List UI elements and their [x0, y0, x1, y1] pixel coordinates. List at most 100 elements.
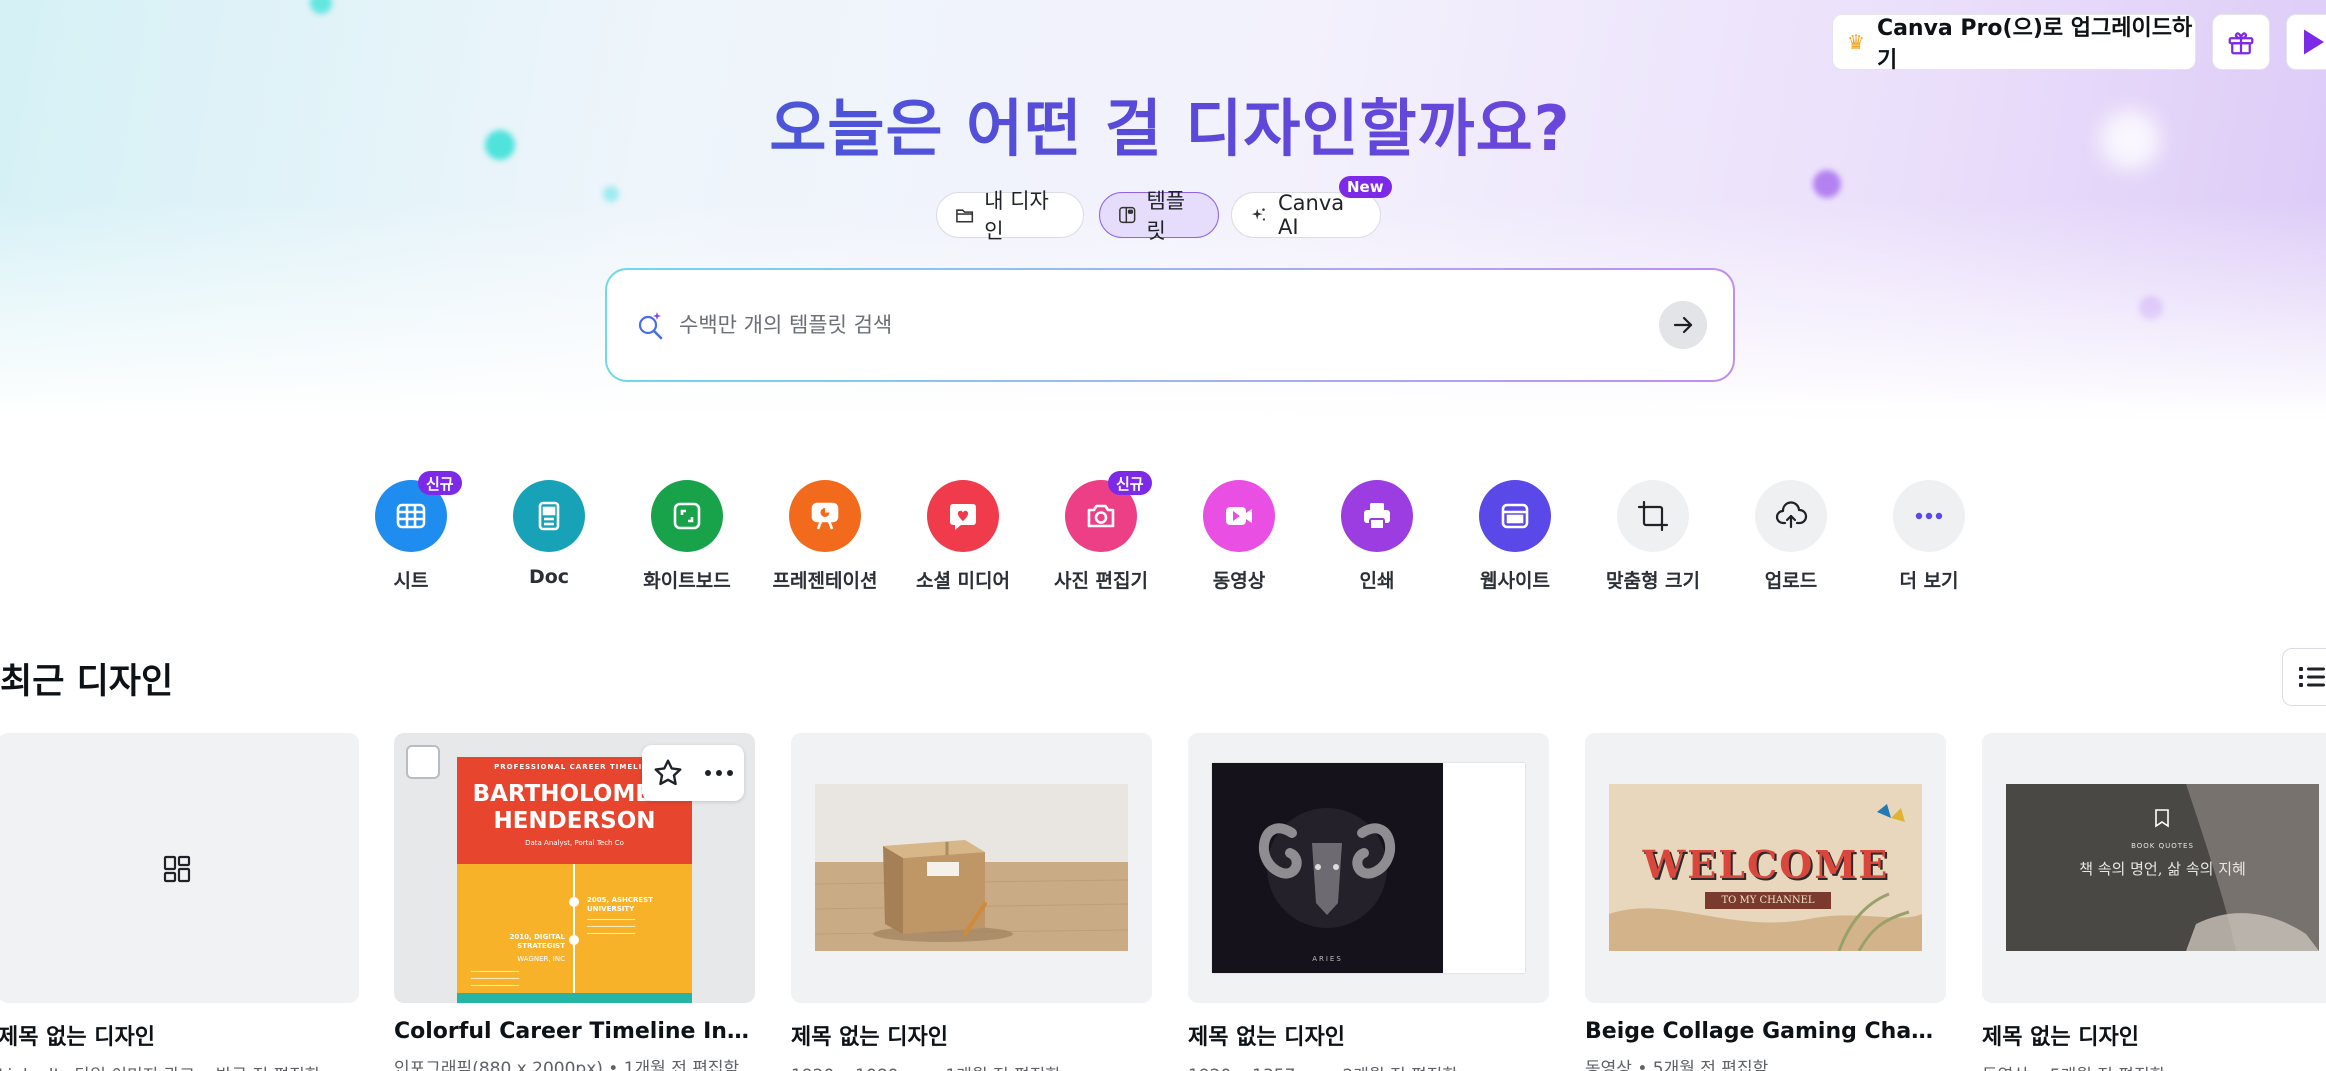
- tab-label: 내 디자인: [984, 189, 1049, 243]
- aries-artwork: ARIES: [1212, 763, 1525, 973]
- new-badge: 신규: [418, 471, 462, 495]
- category-circle: [1341, 480, 1413, 552]
- search-submit-button[interactable]: [1659, 301, 1707, 349]
- category-whiteboard[interactable]: 화이트보드: [622, 480, 752, 593]
- design-title: 제목 없는 디자인: [1188, 1025, 1345, 1050]
- design-card[interactable]: 제목 없는 디자인 1920 x 1080 px • 1개월 전 편집함: [791, 733, 1152, 1071]
- design-card[interactable]: WELCOME TO MY CHANNEL Beige Collage Gami…: [1585, 733, 1946, 1071]
- design-title: Beige Collage Gaming Channel YouTube Int…: [1585, 1019, 1946, 1044]
- website-icon: [1501, 503, 1529, 529]
- category-presentation[interactable]: 프레젠테이션: [760, 480, 890, 593]
- sparkle-icon: [1251, 208, 1266, 221]
- category-label: 소셜 미디어: [915, 570, 1010, 592]
- search-bar: [605, 268, 1735, 382]
- design-thumbnail[interactable]: [0, 733, 359, 1003]
- category-sheet[interactable]: 시트 신규: [346, 471, 476, 593]
- more-options-icon[interactable]: [704, 769, 734, 777]
- book-quote: 책 속의 명언, 삶 속의 지혜: [2079, 860, 2246, 878]
- crown-icon: ♛: [1847, 30, 1865, 54]
- video-icon: [1226, 507, 1252, 525]
- template-icon: [1119, 206, 1136, 224]
- category-custom-size[interactable]: 맞춤형 크기: [1588, 480, 1718, 593]
- sparkle-decoration: [2139, 296, 2163, 320]
- arrow-right-icon: [1673, 316, 1693, 334]
- design-meta: 1920 x 1357 px • 2개월 전 편집함: [1188, 1061, 1549, 1071]
- category-website[interactable]: 웹사이트: [1450, 480, 1580, 593]
- design-thumbnail[interactable]: BOOK QUOTES 책 속의 명언, 삶 속의 지혜: [1982, 733, 2326, 1003]
- aries-label: ARIES: [1312, 955, 1343, 963]
- design-meta: 1920 x 1080 px • 1개월 전 편집함: [791, 1061, 1152, 1071]
- printer-icon: [1364, 503, 1390, 530]
- more-dots-icon: [1915, 512, 1943, 520]
- select-checkbox[interactable]: [406, 745, 440, 779]
- camera-icon: [1087, 504, 1115, 528]
- category-circle: [1203, 480, 1275, 552]
- category-circle: [1893, 480, 1965, 552]
- new-badge: New: [1339, 176, 1392, 198]
- timeline-entry: 2005, ASHCREST UNIVERSITY: [587, 896, 654, 913]
- tab-canva-ai[interactable]: Canva AI: [1231, 191, 1381, 239]
- design-thumbnail[interactable]: ARIES: [1188, 733, 1549, 1003]
- folder-icon: [956, 209, 974, 223]
- search-input[interactable]: [679, 313, 1659, 337]
- category-label: 동영상: [1212, 570, 1266, 592]
- star-icon[interactable]: [652, 757, 684, 789]
- welcome-collage: WELCOME TO MY CHANNEL: [1609, 784, 1922, 951]
- category-label: 웹사이트: [1480, 570, 1550, 592]
- design-card[interactable]: PROFESSIONAL CAREER TIMELINE BARTHOLOMEW…: [394, 733, 755, 1071]
- recent-designs-heading: 최근 디자인: [0, 662, 174, 702]
- category-photo-editor[interactable]: 사진 편집기 신규: [1036, 471, 1166, 593]
- category-label: 프레젠테이션: [772, 570, 878, 592]
- card-actions: [642, 745, 744, 801]
- upgrade-pro-button[interactable]: ♛ Canva Pro(으)로 업그레이드하기: [1832, 14, 2196, 73]
- sheet-icon: [396, 503, 426, 529]
- play-button[interactable]: [2286, 14, 2326, 70]
- timeline-dot: [569, 935, 579, 945]
- category-video[interactable]: 동영상: [1174, 480, 1304, 593]
- category-more[interactable]: 더 보기: [1864, 480, 1994, 593]
- design-card[interactable]: BOOK QUOTES 책 속의 명언, 삶 속의 지혜 제목 없는 디자인 동…: [1982, 733, 2326, 1071]
- design-title: 제목 없는 디자인: [1982, 1025, 2139, 1050]
- timeline-filler: ━━━━━━━━━━━━━━━━ ━━━━━━━━━━━━━━━━ ━━━━━━━━…: [587, 917, 636, 937]
- design-meta: 인포그래픽(880 x 2000px) • 1개월 전 편집함: [394, 1059, 740, 1071]
- poster-role: Data Analyst, Portal Tech Co: [525, 839, 624, 847]
- category-label: 사진 편집기: [1053, 570, 1148, 592]
- poster-name-line: HENDERSON: [493, 808, 656, 834]
- doc-icon: [538, 501, 560, 531]
- design-title: Colorful Career Timeline Infographic: [394, 1019, 755, 1044]
- list-view-toggle[interactable]: [2282, 648, 2326, 706]
- design-title: 제목 없는 디자인: [0, 1025, 155, 1050]
- tab-templates[interactable]: 템플릿: [1099, 189, 1219, 243]
- category-label: 더 보기: [1899, 570, 1959, 592]
- design-meta: 동영상 • 5개월 전 편집함: [1982, 1061, 2326, 1071]
- category-label: 화이트보드: [643, 570, 731, 592]
- design-thumbnail[interactable]: [791, 733, 1152, 1003]
- category-print[interactable]: 인쇄: [1312, 480, 1442, 593]
- resize-icon: [1637, 500, 1669, 532]
- welcome-text: WELCOME: [1642, 842, 1890, 887]
- category-doc[interactable]: Doc: [484, 480, 614, 588]
- design-card[interactable]: ARIES 제목 없는 디자인 1920 x 1357 px • 2개월 전 편…: [1188, 733, 1549, 1071]
- design-thumbnail[interactable]: WELCOME TO MY CHANNEL: [1585, 733, 1946, 1003]
- category-upload[interactable]: 업로드: [1726, 480, 1856, 593]
- tab-my-designs[interactable]: 내 디자인: [936, 189, 1084, 243]
- timeline-entry: 2010, DIGITAL STRATEGIST: [509, 933, 565, 950]
- category-circle: [1479, 480, 1551, 552]
- tab-label: 템플릿: [1146, 189, 1186, 243]
- book-label: BOOK QUOTES: [2131, 842, 2194, 850]
- timeline-filler: ━━━━━━━━━━━━━━━━ ━━━━━━━━━━━━━━━━ ━━━━━━━━…: [471, 969, 520, 989]
- design-thumbnail[interactable]: PROFESSIONAL CAREER TIMELINE BARTHOLOMEW…: [394, 733, 755, 1003]
- category-circle: [789, 480, 861, 552]
- channel-tag: TO MY CHANNEL: [1705, 892, 1831, 909]
- category-social-media[interactable]: 소셜 미디어: [898, 480, 1028, 593]
- gift-button[interactable]: [2212, 14, 2270, 70]
- design-card[interactable]: 제목 없는 디자인 LinkedIn 단일 이미지 광고 • 방금 전 편집함: [0, 733, 359, 1071]
- box-photo: [815, 784, 1128, 951]
- timeline-entry-sub: WAGNER, INC: [517, 955, 565, 963]
- design-meta: 동영상 • 5개월 전 편집함: [1585, 1059, 1769, 1071]
- design-title: 제목 없는 디자인: [791, 1025, 948, 1050]
- category-circle: [927, 480, 999, 552]
- sparkle-decoration: [310, 0, 332, 14]
- ai-search-icon: [638, 312, 663, 340]
- category-circle: [513, 480, 585, 552]
